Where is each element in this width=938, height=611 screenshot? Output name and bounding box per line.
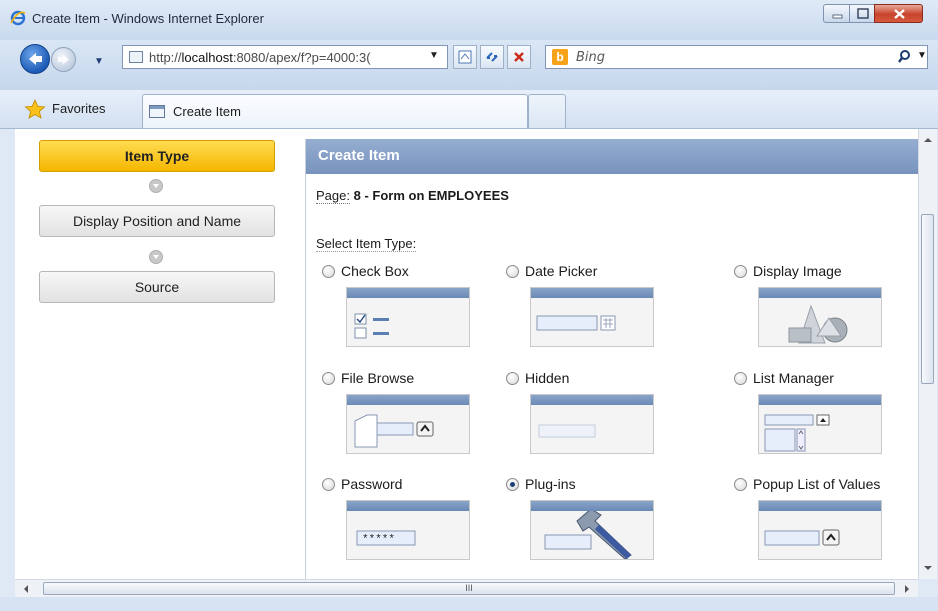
radio-display-image[interactable] (734, 265, 747, 278)
step-connector-icon (149, 179, 163, 193)
scroll-right-icon[interactable] (900, 581, 914, 597)
popup-lov-icon[interactable] (758, 500, 882, 560)
option-label: Plug-ins (525, 476, 576, 492)
status-bar (0, 597, 938, 611)
close-button[interactable] (874, 4, 923, 23)
list-manager-icon[interactable] (758, 394, 882, 454)
search-input[interactable]: Bing (576, 50, 605, 65)
region-title: Create Item (306, 139, 918, 174)
select-item-type-label: Select Item Type: (316, 236, 417, 252)
page-icon (129, 51, 143, 63)
back-arrow-icon (29, 53, 42, 65)
page-icon (149, 105, 165, 118)
step-connector-icon (149, 250, 163, 264)
option-label: File Browse (341, 370, 415, 386)
radio-file-browse[interactable] (322, 372, 335, 385)
compatibility-view-button[interactable] (453, 45, 477, 69)
vertical-scroll-thumb[interactable] (921, 214, 934, 384)
radio-list-manager[interactable] (734, 372, 747, 385)
radio-plug-ins[interactable] (506, 478, 519, 491)
title-bar: Create Item - Windows Internet Explorer (0, 0, 938, 41)
search-icon[interactable] (898, 49, 914, 65)
bing-logo-icon: b (552, 49, 568, 65)
search-box[interactable]: b Bing ▼ (545, 45, 928, 69)
scroll-down-icon[interactable] (919, 561, 937, 575)
refresh-icon (486, 52, 498, 62)
horizontal-scrollbar[interactable]: III (15, 579, 918, 598)
file-browse-icon[interactable] (346, 394, 470, 454)
option-label: List Manager (753, 370, 834, 386)
check-box-icon[interactable] (346, 287, 470, 347)
ie-logo-icon (10, 10, 26, 26)
url-text[interactable]: http://localhost:8080/apex/f?p=4000:3( (149, 50, 424, 65)
radio-hidden[interactable] (506, 372, 519, 385)
hidden-icon[interactable] (530, 394, 654, 454)
refresh-button[interactable] (480, 45, 504, 69)
option-label: Display Image (753, 263, 842, 279)
scroll-up-icon[interactable] (919, 133, 937, 147)
page-value: 8 - Form on EMPLOYEES (353, 188, 509, 203)
window-frame (0, 129, 15, 597)
new-tab-button[interactable] (528, 94, 566, 128)
display-image-icon[interactable] (758, 287, 882, 347)
option-label: Popup List of Values (753, 476, 881, 492)
address-dropdown-icon[interactable]: ▼ (429, 50, 439, 61)
forward-arrow-icon (58, 54, 69, 65)
maximize-button[interactable] (849, 4, 875, 23)
wizard-step-item-type[interactable]: Item Type (39, 140, 275, 172)
history-dropdown-icon[interactable]: ▼ (94, 56, 104, 67)
scroll-left-icon[interactable] (19, 581, 33, 597)
option-label: Date Picker (525, 263, 598, 279)
radio-check-box[interactable] (322, 265, 335, 278)
create-item-region: Create Item Page: 8 - Form on EMPLOYEES … (305, 139, 918, 579)
vertical-scrollbar[interactable] (918, 129, 937, 579)
option-label: Check Box (341, 263, 409, 279)
option-label: Hidden (525, 370, 570, 386)
address-bar[interactable]: http://localhost:8080/apex/f?p=4000:3( ▼ (122, 45, 448, 69)
page-content: Item Type Display Position and Name Sour… (15, 129, 918, 579)
page-info: Page: 8 - Form on EMPLOYEES (316, 188, 509, 204)
back-button[interactable] (20, 44, 50, 74)
stop-icon (514, 52, 524, 62)
radio-popup-lov[interactable] (734, 478, 747, 491)
favorites-button[interactable]: Favorites (52, 101, 105, 116)
option-label: Password (341, 476, 403, 492)
password-mask: ***** (362, 534, 395, 546)
wizard-step-source[interactable]: Source (39, 271, 275, 303)
favorites-star-icon[interactable] (24, 99, 46, 119)
horizontal-scroll-thumb[interactable]: III (43, 582, 895, 595)
search-dropdown-icon[interactable]: ▼ (917, 50, 927, 61)
password-icon[interactable]: ***** (346, 500, 470, 560)
page-label: Page: (316, 188, 350, 204)
forward-button[interactable] (51, 47, 76, 72)
minimize-button[interactable] (823, 4, 850, 23)
window-title: Create Item - Windows Internet Explorer (32, 11, 264, 26)
plug-ins-icon[interactable] (530, 500, 654, 560)
radio-date-picker[interactable] (506, 265, 519, 278)
date-picker-icon[interactable] (530, 287, 654, 347)
scroll-grip: III (465, 583, 473, 593)
wizard-step-display-position[interactable]: Display Position and Name (39, 205, 275, 237)
tab-create-item[interactable]: Create Item (142, 94, 528, 128)
tab-label: Create Item (173, 104, 241, 119)
compatibility-icon (458, 50, 472, 64)
radio-password[interactable] (322, 478, 335, 491)
stop-button[interactable] (507, 45, 531, 69)
